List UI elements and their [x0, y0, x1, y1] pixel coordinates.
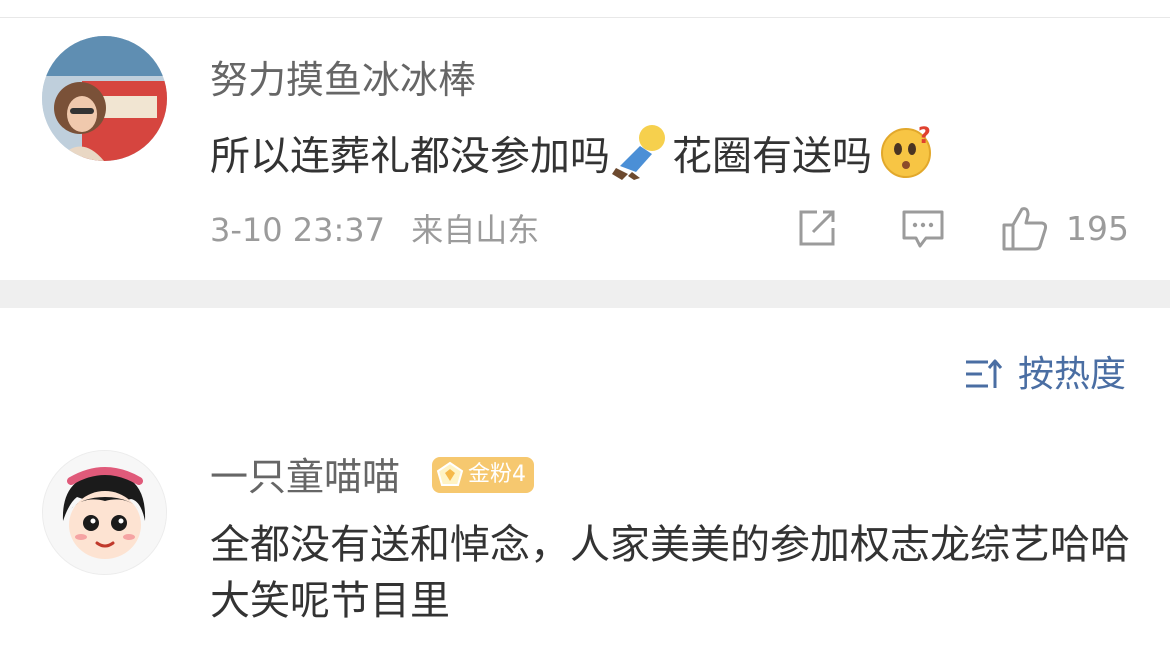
badge-label: 金粉4: [468, 462, 526, 487]
fan-badge[interactable]: 金粉4: [432, 457, 534, 493]
confused-face-emoji-icon: ?: [880, 123, 936, 194]
like-count: 195: [1066, 209, 1129, 248]
comment-text: 所以连葬礼都没参加吗 花圈有送吗 ?: [210, 122, 936, 195]
share-icon: [799, 210, 835, 246]
sort-label: 按热度: [1018, 354, 1127, 395]
comment-text-part: 花圈有送吗: [672, 133, 872, 180]
username[interactable]: 一只童喵喵: [210, 455, 400, 499]
avatar[interactable]: [42, 36, 167, 161]
comment-meta: 3-10 23:37 来自山东: [210, 208, 555, 252]
avatar[interactable]: [42, 450, 167, 575]
section-divider: [0, 280, 1170, 308]
lying-person-emoji-icon: [610, 122, 672, 195]
comment-icon: [902, 210, 944, 248]
comment-item: 努力摸鱼冰冰棒 所以连葬礼都没参加吗 花圈有送吗 ? 3-10 23:37 来自…: [0, 18, 1170, 280]
username[interactable]: 努力摸鱼冰冰棒: [210, 58, 476, 102]
sort-icon: [966, 359, 1003, 388]
share-button[interactable]: [795, 206, 839, 256]
comment-date: 3-10 23:37: [210, 211, 386, 249]
diamond-badge-icon: [436, 461, 464, 486]
reply-button[interactable]: [900, 206, 946, 256]
comment-text-part: 所以连葬礼都没参加吗: [210, 133, 610, 180]
thumbs-up-icon: [1002, 207, 1048, 251]
like-button[interactable]: 195: [1000, 203, 1130, 253]
svg-text:?: ?: [918, 124, 931, 149]
comment-text: 全都没有送和悼念，人家美美的参加权志龙综艺哈哈大笑呢节目里: [210, 522, 1130, 624]
comment-location: 来自山东: [411, 211, 540, 249]
